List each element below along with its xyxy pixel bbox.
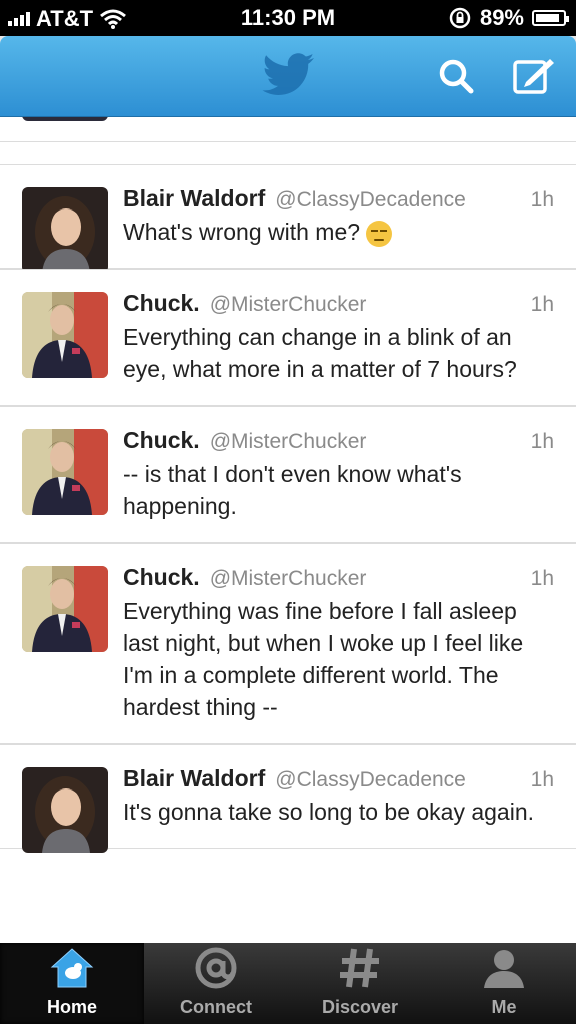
tab-me[interactable]: Me: [432, 943, 576, 1024]
tab-bar: Home Connect Discover Me: [0, 943, 576, 1024]
tweet-timestamp: 1h: [530, 567, 554, 590]
tweet-item[interactable]: Chuck. @MisterChucker 1h -- is that I don't…: [0, 406, 576, 543]
avatar[interactable]: [22, 566, 108, 652]
search-icon: [439, 59, 474, 94]
tweet-text-container: Everything was fine before I fall asleep…: [123, 595, 554, 723]
tweet-timestamp: 1h: [530, 768, 554, 791]
tab-me-label: Me: [491, 997, 517, 1017]
avatar[interactable]: [22, 429, 108, 515]
tab-discover[interactable]: Discover: [288, 943, 432, 1024]
twitter-bird-icon: [262, 53, 314, 95]
tab-connect-label: Connect: [180, 997, 252, 1017]
timeline[interactable]: Blair Waldorf @ClassyDecadence 1h What's wr…: [0, 117, 576, 943]
tweet-text: -- is that I don't even know what's happ…: [123, 461, 462, 519]
search-button[interactable]: [436, 56, 476, 96]
tweet-text-container: Everything can change in a blink of an e…: [123, 321, 554, 385]
tweet-text: It's gonna take so long to be okay again…: [123, 799, 535, 825]
avatar[interactable]: [22, 767, 108, 853]
avatar[interactable]: [22, 187, 108, 273]
tweet-timestamp: 1h: [530, 430, 554, 453]
previous-tweet-edge: [0, 117, 576, 142]
tweet-author-handle: @MisterChucker: [209, 430, 367, 453]
tweet-author-name[interactable]: Blair Waldorf: [123, 185, 265, 212]
rotation-lock-icon: [449, 7, 471, 29]
avatar[interactable]: [22, 292, 108, 378]
tab-home-label: Home: [46, 997, 97, 1017]
person-icon: [484, 950, 524, 988]
tweet-list: Blair Waldorf @ClassyDecadence 1h What's wr…: [0, 164, 576, 853]
tweet-text-container: What's wrong with me?: [123, 216, 554, 248]
battery-icon: [532, 10, 569, 26]
tweet-timestamp: 1h: [530, 188, 554, 211]
status-bar: AT&T 11:30 PM 89%: [0, 0, 576, 36]
tweet-text-container: It's gonna take so long to be okay again…: [123, 796, 554, 828]
tweet-text: Everything was fine before I fall asleep…: [123, 598, 524, 720]
tweet-author-name[interactable]: Chuck.: [123, 564, 200, 591]
hashtag-icon: [340, 948, 379, 988]
home-icon: [50, 948, 94, 988]
tweet-author-handle: @MisterChucker: [209, 293, 367, 316]
tweet-author-name[interactable]: Chuck.: [123, 427, 200, 454]
tweet-text-container: -- is that I don't even know what's happ…: [123, 458, 554, 522]
tweet-timestamp: 1h: [530, 293, 554, 316]
tweet-author-handle: @ClassyDecadence: [275, 768, 466, 791]
tab-connect[interactable]: Connect: [144, 943, 288, 1024]
tweet-text: Everything can change in a blink of an e…: [123, 324, 517, 382]
tweet-text: What's wrong with me?: [123, 219, 361, 245]
at-sign-icon: [195, 947, 237, 989]
tweet-item[interactable]: Blair Waldorf @ClassyDecadence 1h It's gonn…: [0, 744, 576, 853]
navigation-bar: [0, 36, 576, 117]
tab-discover-label: Discover: [321, 997, 399, 1017]
tweet-item[interactable]: Chuck. @MisterChucker 1h Everything can cha…: [0, 269, 576, 406]
pensive-face-icon: [366, 220, 393, 247]
tweet-author-name[interactable]: Chuck.: [123, 290, 200, 317]
tweet-author-handle: @ClassyDecadence: [275, 188, 466, 211]
compose-icon: [513, 59, 554, 94]
compose-button[interactable]: [512, 56, 554, 96]
battery-percent: 89%: [479, 5, 524, 30]
tab-home[interactable]: Home: [0, 943, 144, 1024]
tweet-item[interactable]: Chuck. @MisterChucker 1h Everything was fin…: [0, 543, 576, 744]
tweet-author-name[interactable]: Blair Waldorf: [123, 765, 265, 792]
tweet-item[interactable]: Blair Waldorf @ClassyDecadence 1h What's wr…: [0, 164, 576, 273]
tweet-author-handle: @MisterChucker: [209, 567, 367, 590]
